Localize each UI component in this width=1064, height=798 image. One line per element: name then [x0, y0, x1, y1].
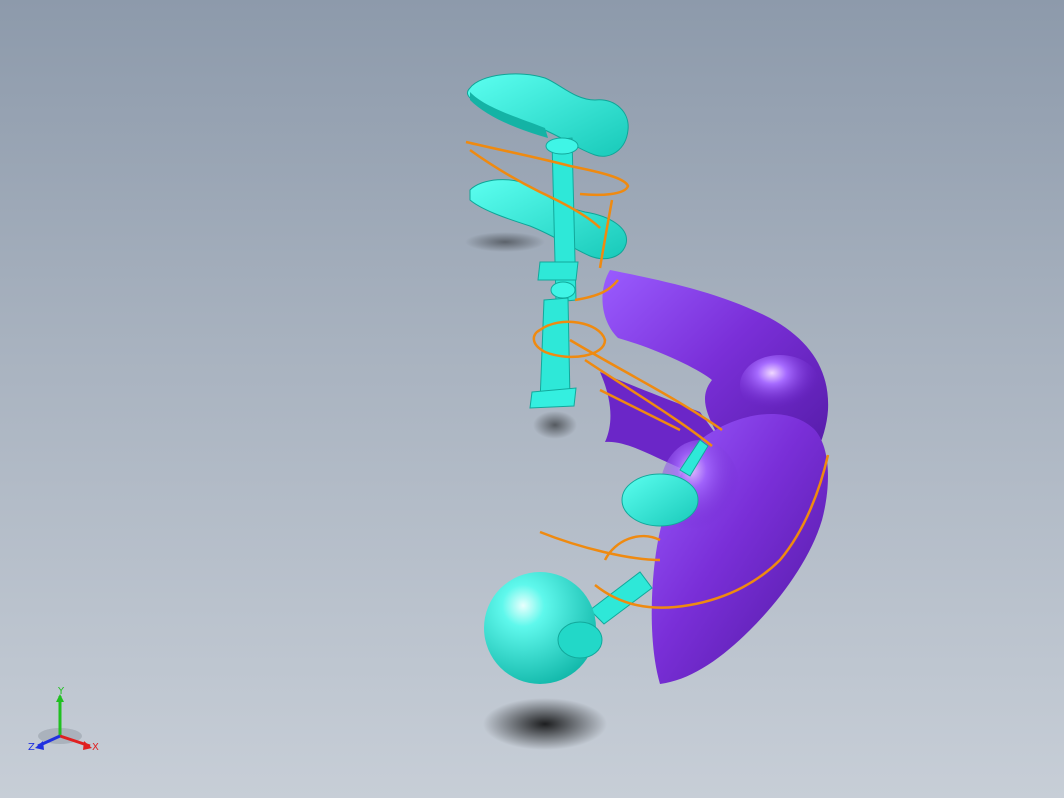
z-axis-label: Z — [28, 742, 35, 753]
strut-shadow — [533, 411, 577, 439]
ball-joint[interactable] — [484, 571, 653, 684]
x-axis-label: X — [92, 742, 99, 753]
3d-model-view[interactable] — [0, 0, 1064, 798]
x-axis-arrow — [83, 741, 92, 750]
plate-shadow — [465, 232, 545, 252]
graphics-viewport[interactable]: Y X Z — [0, 0, 1064, 798]
central-strut[interactable] — [529, 137, 579, 409]
y-axis-label: Y — [57, 686, 65, 697]
ball-shadow — [483, 698, 607, 750]
coordinate-triad: Y X Z — [28, 686, 99, 753]
z-axis-arrow — [35, 741, 44, 750]
